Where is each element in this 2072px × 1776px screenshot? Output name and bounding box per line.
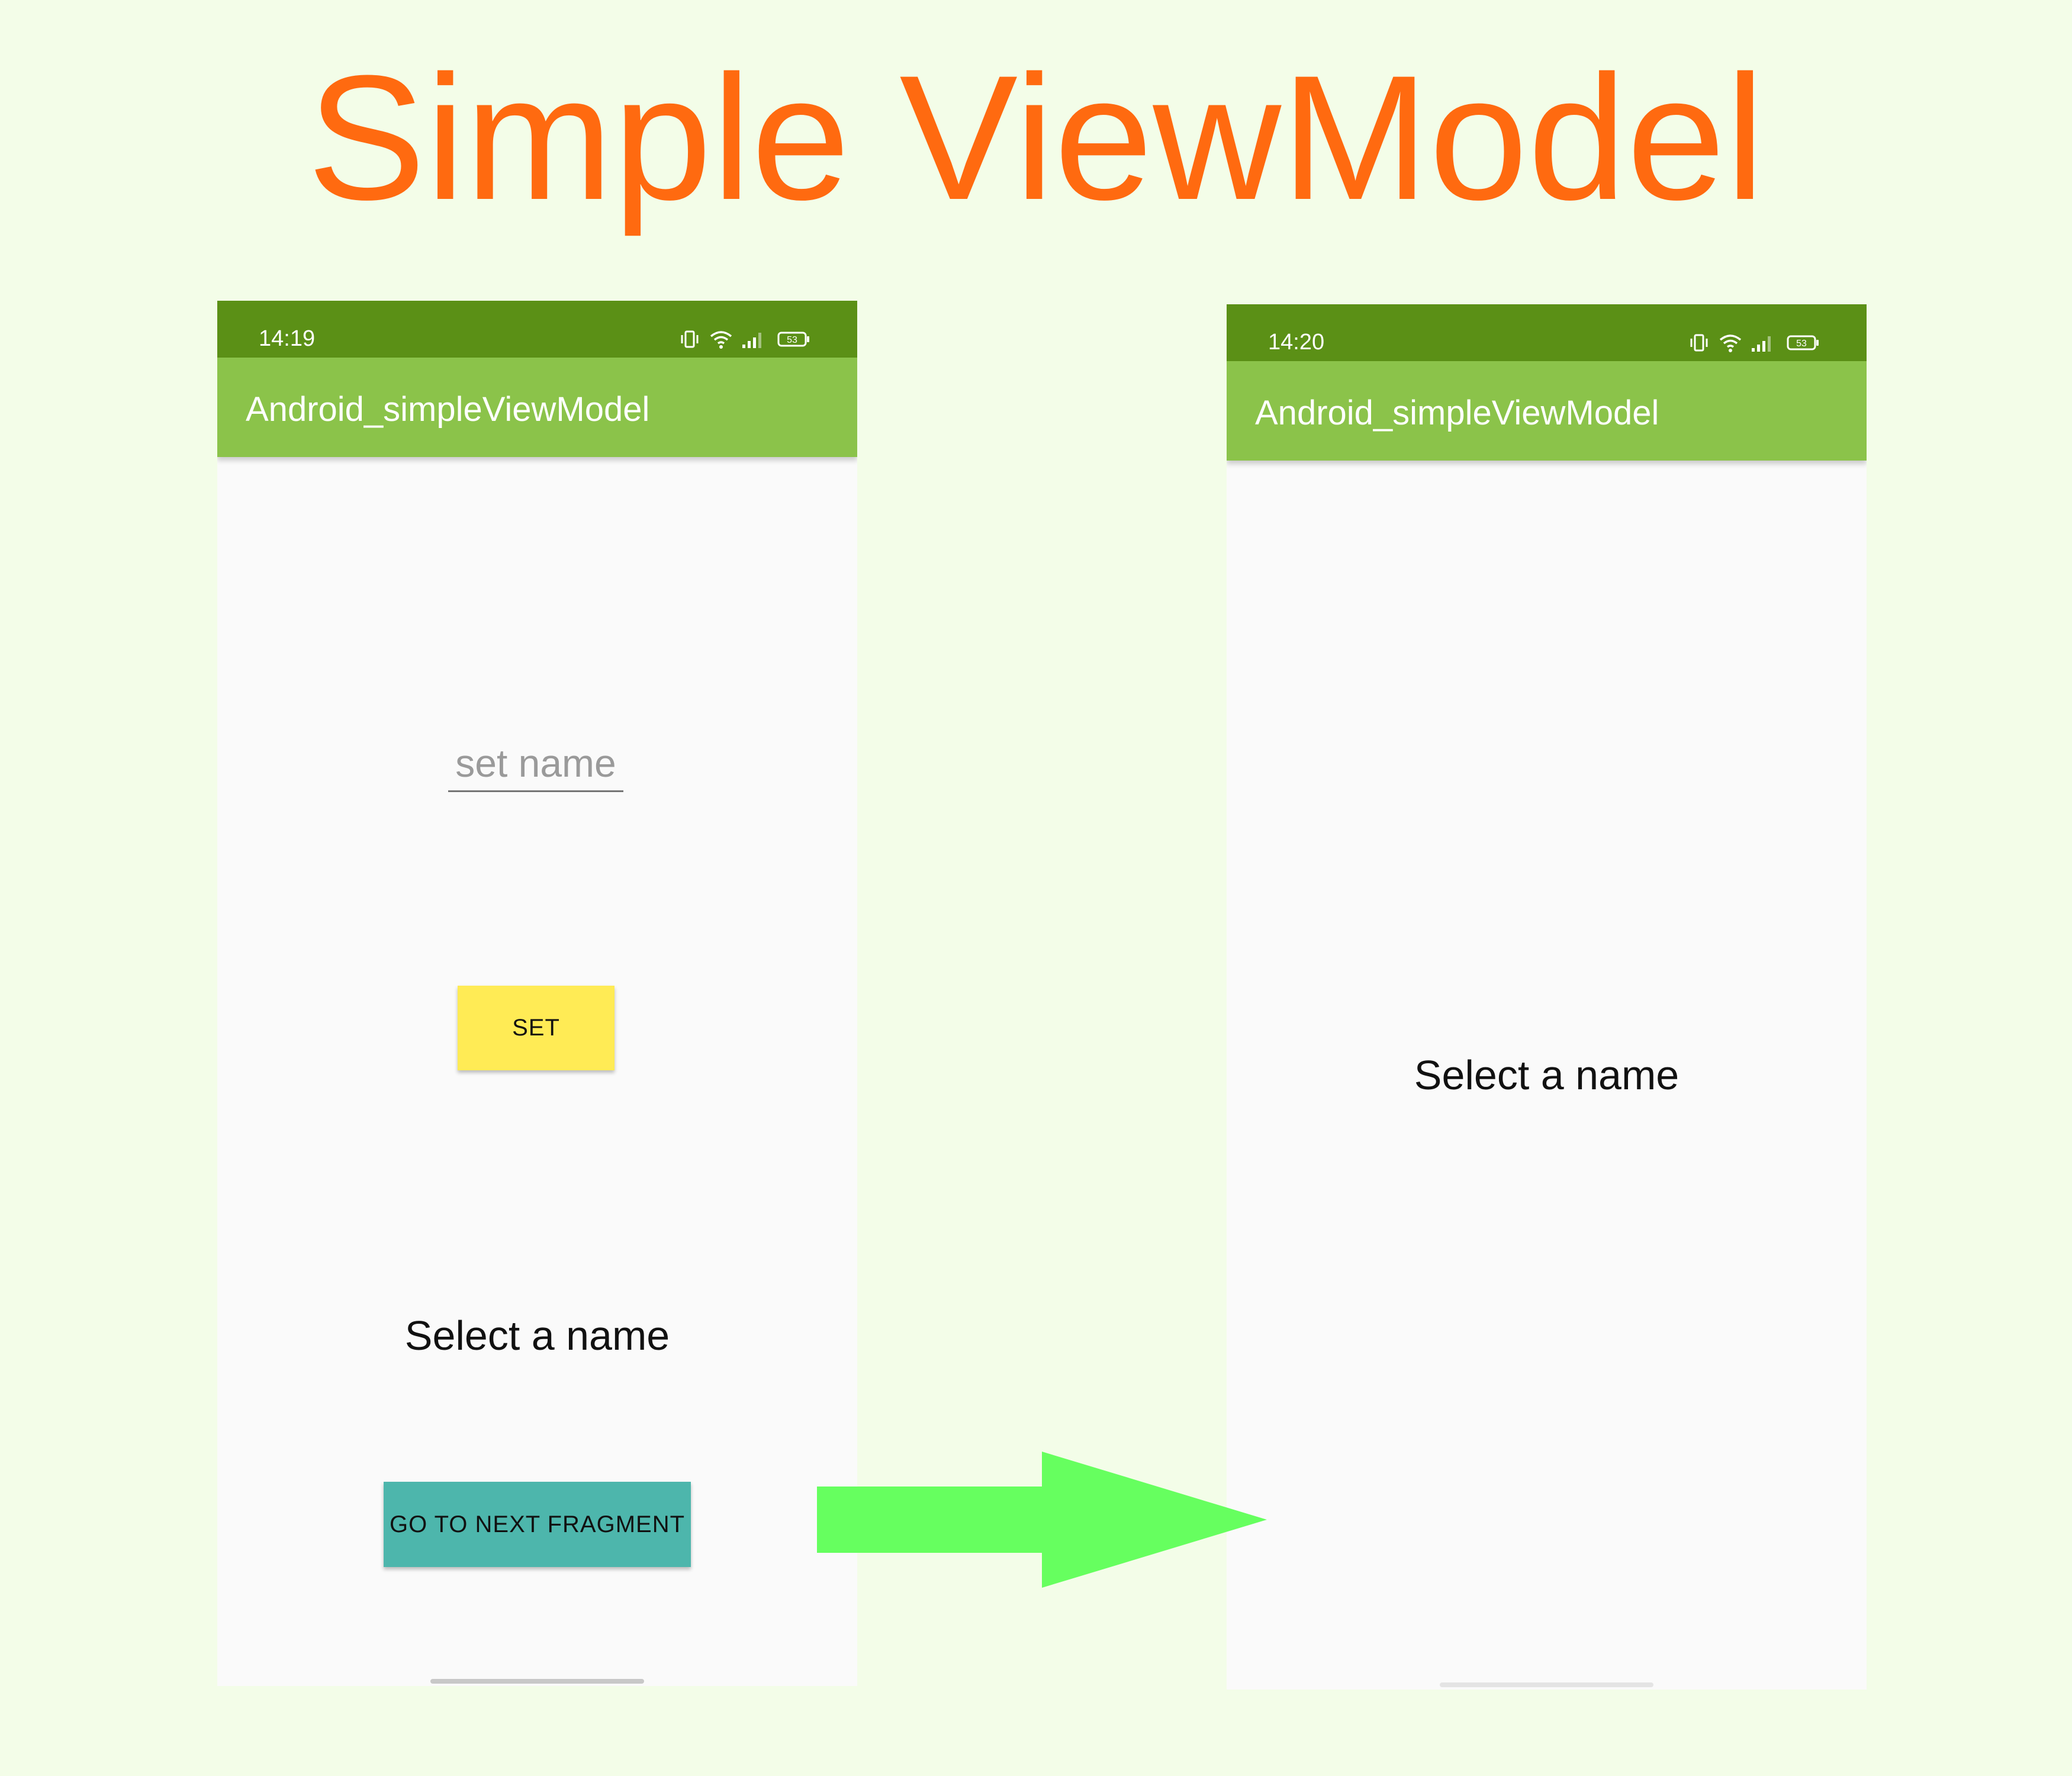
vibrate-icon <box>1690 334 1708 352</box>
page-title: Simple ViewModel <box>307 38 1765 237</box>
app-bar: Android_simpleViewModel <box>217 358 857 457</box>
arrow-right-icon <box>817 1452 1267 1588</box>
svg-text:53: 53 <box>1796 339 1807 349</box>
set-button[interactable]: SET <box>458 986 614 1070</box>
status-bar: 14:20 53 <box>1227 304 1867 361</box>
phone-screen-second-fragment: 14:20 53 Android_simpleViewModel Select … <box>1227 304 1867 1690</box>
app-title: Android_simpleViewModel <box>246 390 650 429</box>
vibrate-icon <box>681 330 699 348</box>
phone-screen-first-fragment: 14:19 53 Android_simpleViewModel set nam… <box>217 301 857 1686</box>
battery-icon: 53 <box>1787 335 1819 350</box>
home-indicator[interactable] <box>1440 1682 1653 1687</box>
app-title: Android_simpleViewModel <box>1255 394 1659 432</box>
status-icons: 53 <box>680 329 816 350</box>
go-to-next-fragment-button[interactable]: GO TO NEXT FRAGMENT <box>384 1482 691 1567</box>
home-indicator[interactable] <box>430 1679 644 1684</box>
wifi-icon <box>1719 334 1742 352</box>
svg-text:53: 53 <box>787 335 797 345</box>
status-time: 14:20 <box>1268 330 1325 355</box>
battery-icon: 53 <box>777 332 809 347</box>
app-bar: Android_simpleViewModel <box>1227 361 1867 461</box>
wifi-icon <box>710 331 732 349</box>
status-time: 14:19 <box>259 326 316 351</box>
status-icons: 53 <box>1689 333 1825 354</box>
selected-name-text: Select a name <box>1414 1052 1680 1098</box>
selected-name-text: Select a name <box>404 1312 670 1359</box>
signal-icon <box>742 333 761 348</box>
name-input[interactable] <box>448 736 623 792</box>
status-bar: 14:19 53 <box>217 301 857 358</box>
signal-icon <box>1752 336 1771 352</box>
